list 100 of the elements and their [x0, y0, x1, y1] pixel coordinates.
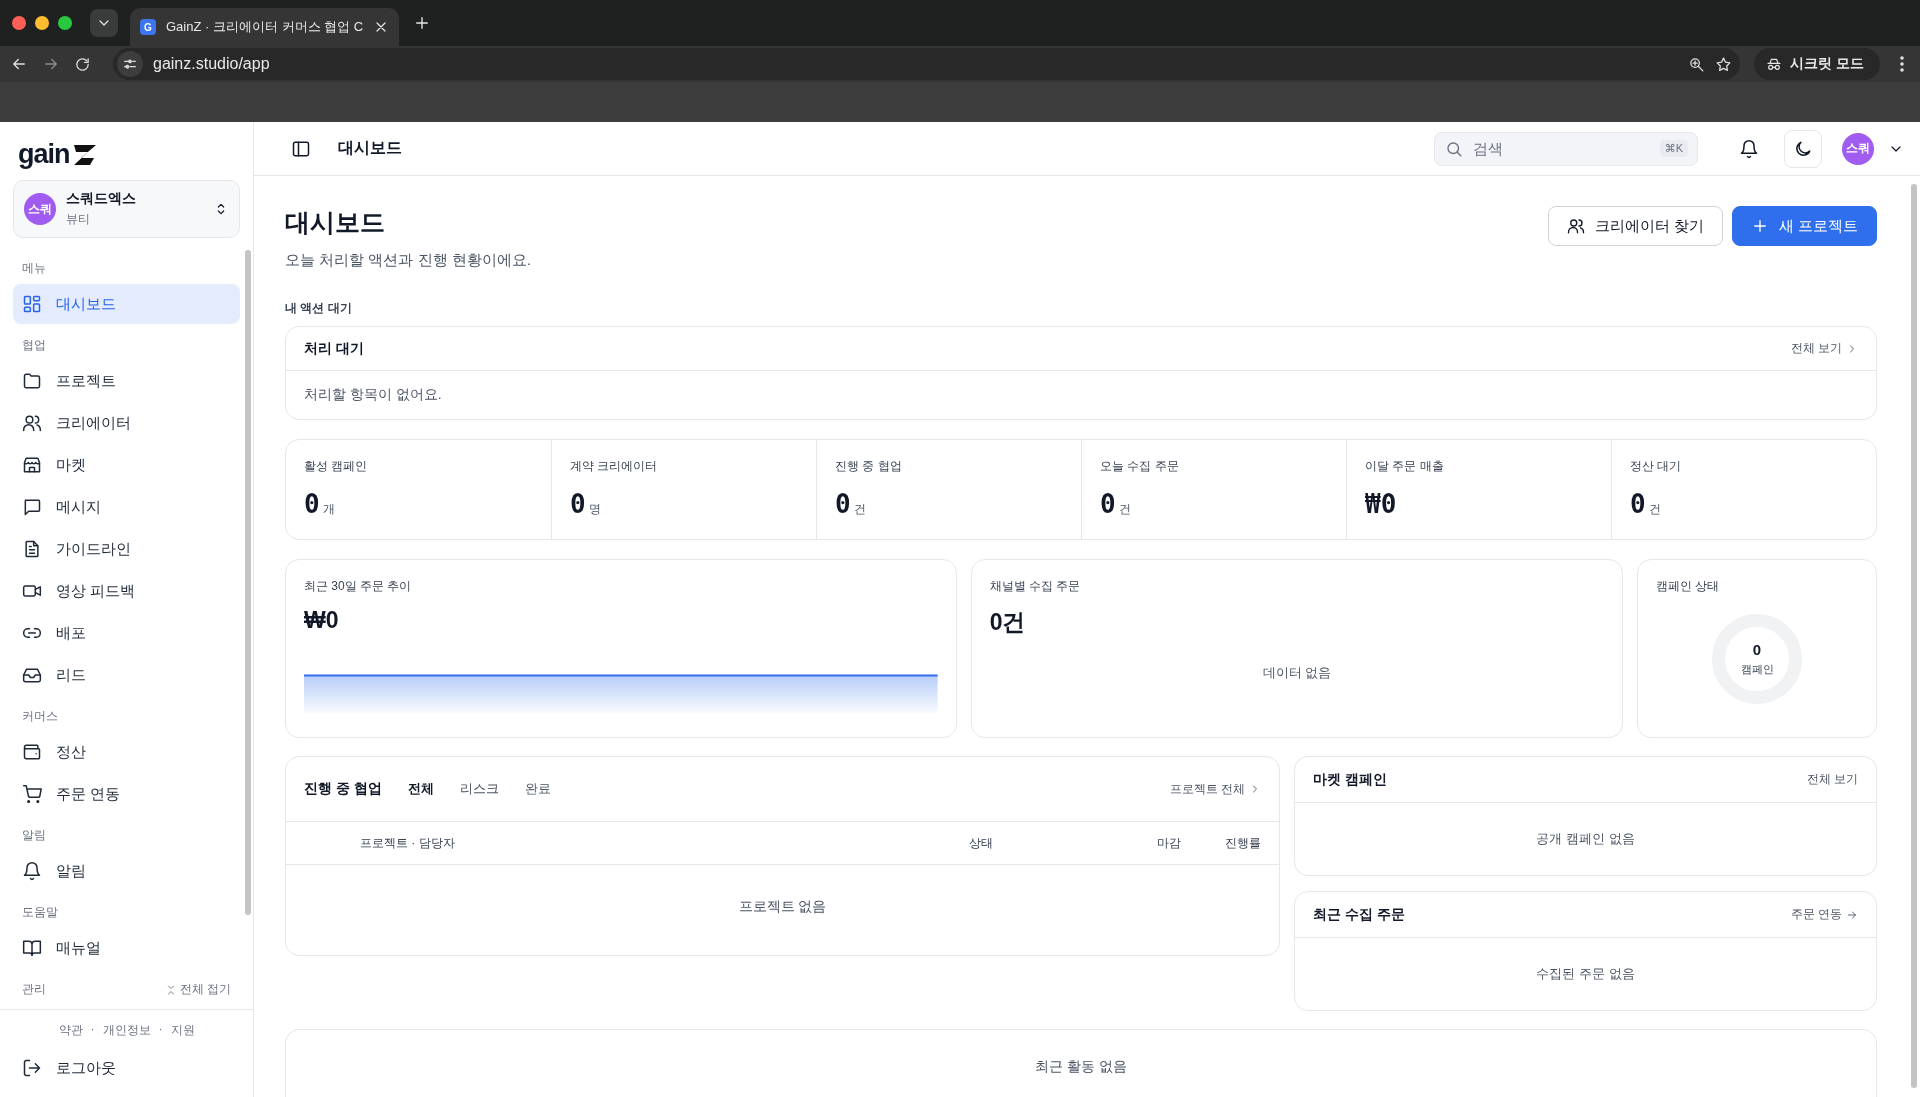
page-subtitle: 오늘 처리할 액션과 진행 현황이에요. [285, 251, 531, 270]
people-icon [1566, 217, 1585, 235]
people-icon [22, 413, 42, 433]
view-all-link[interactable]: 전체 보기 [1790, 340, 1858, 357]
cart-icon [22, 784, 42, 804]
empty-message: 공개 캠페인 없음 [1536, 830, 1635, 848]
sidebar-item[interactable]: 영상 피드백 [13, 571, 240, 611]
view-all-link[interactable]: 전체 보기 [1806, 771, 1858, 788]
reload-icon [74, 55, 91, 73]
filter-tab[interactable]: 리스크 [459, 780, 499, 798]
incognito-button[interactable]: 시크릿 모드 [1754, 48, 1880, 80]
sidebar-item[interactable]: 크리에이터 [13, 403, 240, 443]
card-title: 진행 중 협업 [304, 780, 382, 798]
section-label: 메뉴 [22, 260, 46, 277]
find-creators-button[interactable]: 크리에이터 찾기 [1547, 206, 1723, 246]
zoom-in-icon [1688, 55, 1706, 73]
column-header: 프로젝트 · 담당자 [360, 834, 456, 852]
stat-value: 0 [835, 489, 851, 519]
stat-unit: 명 [588, 501, 601, 518]
workspace-category: 뷰티 [66, 211, 91, 228]
sidebar-item[interactable]: 리드 [13, 655, 240, 695]
donut-label: 캠페인 [1740, 662, 1774, 677]
filter-tab[interactable]: 완료 [524, 780, 551, 798]
sidebar-item[interactable]: 매뉴얼 [13, 928, 240, 968]
scrollbar[interactable] [245, 250, 251, 915]
section-label: 도움말 [22, 904, 58, 921]
stat-label: 오늘 수집 주문 [1100, 458, 1180, 475]
stat-unit: 개 [322, 501, 335, 518]
document-icon [22, 539, 42, 559]
sidebar-item[interactable]: 가이드라인 [13, 529, 240, 569]
sidebar-item[interactable]: 프로젝트 [13, 361, 240, 401]
address-bar[interactable]: gainz.studio/app [113, 48, 1741, 80]
card-title: 처리 대기 [304, 339, 364, 358]
folder-icon [22, 371, 42, 391]
column-header: 상태 [968, 834, 994, 852]
theme-toggle-button[interactable] [1784, 129, 1822, 168]
donut-value: 0 [1752, 641, 1762, 658]
close-window-button[interactable] [12, 16, 26, 30]
inbox-icon [22, 665, 42, 685]
sidebar-item[interactable]: 정산 [13, 732, 240, 772]
scrollbar[interactable] [1911, 184, 1917, 1088]
site-info-button[interactable] [117, 51, 143, 77]
footer-link[interactable]: 개인정보 [102, 1022, 151, 1039]
empty-message: 처리할 항목이 없어요. [303, 385, 443, 404]
sidebar-item[interactable]: 주문 연동 [13, 774, 240, 814]
avatar: 스쿼 [24, 193, 56, 225]
user-avatar[interactable]: 스쿼 [1842, 132, 1874, 165]
stat-value: ₩0 [1365, 489, 1397, 519]
page-title: 대시보드 [285, 207, 386, 238]
hat-glasses-icon [1766, 56, 1783, 72]
workspace-name: 스쿼드엑스 [66, 190, 137, 208]
section-label: 협업 [22, 337, 46, 354]
column-header: 진행률 [1224, 834, 1261, 852]
trend-value: ₩0 [304, 607, 340, 634]
stat-value: 0 [570, 489, 586, 519]
section-label: 내 액션 대기 [285, 300, 353, 317]
empty-message: 수집된 주문 없음 [1536, 965, 1635, 983]
sidebar-item[interactable]: 배포 [13, 613, 240, 653]
stat-label: 계약 크리에이터 [570, 458, 659, 475]
separator-dot: · [158, 1022, 163, 1038]
filter-tab[interactable]: 전체 [407, 780, 434, 798]
new-project-button[interactable]: 새 프로젝트 [1731, 206, 1877, 246]
url-text: gainz.studio/app [153, 55, 271, 73]
minimize-window-button[interactable] [35, 16, 49, 30]
kebab-menu-icon[interactable] [1900, 56, 1904, 72]
stat-label: 이달 주문 매출 [1365, 458, 1445, 475]
sidebar-item[interactable]: 대시보드 [13, 284, 240, 324]
maximize-window-button[interactable] [58, 16, 72, 30]
stat-label: 활성 캠페인 [304, 458, 369, 475]
footer-link[interactable]: 지원 [170, 1022, 195, 1039]
separator-dot: · [90, 1022, 95, 1038]
tab-title: GainZ · 크리에이터 커머스 협업 C [166, 18, 364, 36]
card-title: 마켓 캠페인 [1313, 770, 1387, 789]
footer-link[interactable]: 약관 [58, 1022, 83, 1039]
bell-icon [1739, 138, 1759, 159]
grid-icon [22, 294, 42, 314]
view-all-link[interactable]: 프로젝트 전체 [1169, 780, 1261, 798]
store-icon [22, 455, 42, 475]
stat-value: 0 [1630, 489, 1646, 519]
stat-unit: 건 [1648, 501, 1661, 518]
stat-value: 0 [304, 489, 320, 519]
sidebar-item[interactable]: 알림 [13, 851, 240, 891]
collapse-all-button[interactable]: 전체 접기 [164, 981, 231, 998]
stat-label: 진행 중 협업 [835, 458, 903, 475]
star-icon [1715, 55, 1733, 73]
section-label: 커머스 [22, 708, 58, 725]
empty-message: 프로젝트 없음 [738, 898, 827, 916]
stat-value: 0 [1100, 489, 1116, 519]
logout-button[interactable]: 로그아웃 [13, 1053, 240, 1083]
logo-mark-icon [71, 144, 98, 166]
view-all-link[interactable]: 주문 연동 [1790, 906, 1858, 923]
sidebar-item[interactable]: 메시지 [13, 487, 240, 527]
tab-list-button[interactable] [90, 9, 118, 37]
section-label: 알림 [22, 827, 46, 844]
card-title: 최근 30일 주문 추이 [304, 578, 413, 595]
sidebar-item[interactable]: 마켓 [13, 445, 240, 485]
browser-tab[interactable]: G GainZ · 크리에이터 커머스 협업 C [130, 8, 400, 46]
channel-value: 0건 [989, 608, 1027, 637]
empty-message: 최근 활동 없음 [1035, 1058, 1127, 1076]
arrow-right-icon [1846, 908, 1858, 921]
